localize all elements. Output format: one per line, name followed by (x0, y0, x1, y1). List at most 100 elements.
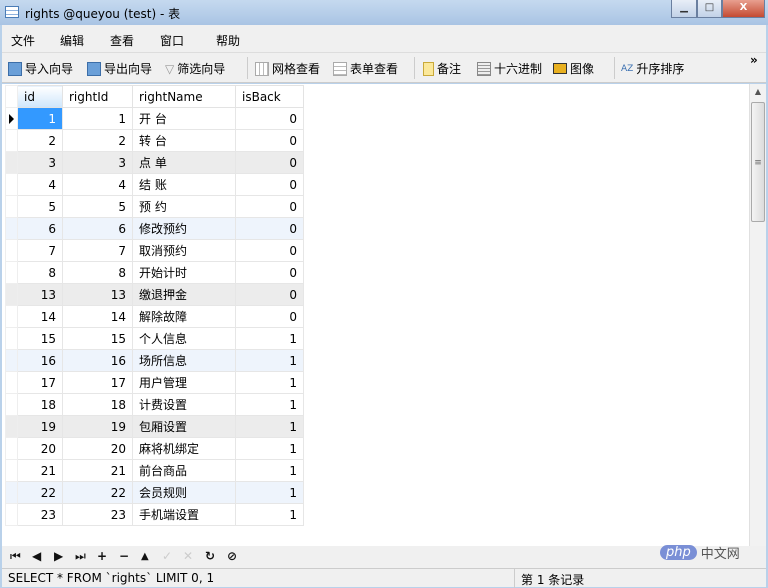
cell-rightname[interactable]: 手机端设置 (132, 503, 236, 526)
table-row[interactable]: 8 8 开始计时 0 (5, 261, 304, 284)
cell-isback[interactable]: 0 (235, 173, 304, 196)
table-row[interactable]: 55预 约0 (5, 195, 304, 218)
cell-rightname[interactable]: 取消预约 (132, 239, 236, 262)
cell-rightid[interactable]: 23 (62, 503, 133, 526)
row-indicator[interactable] (5, 503, 18, 526)
table-row[interactable]: 21 21 前台商品 1 (5, 459, 304, 482)
table-row[interactable]: 18 18 计费设置 1 (5, 393, 304, 416)
cell-rightname[interactable]: 个人信息 (132, 327, 236, 350)
cell-id[interactable]: 3 (17, 151, 63, 174)
image-button[interactable]: 图像 (553, 60, 594, 77)
table-row[interactable]: 6 6 修改预约 0 (5, 217, 304, 240)
row-indicator[interactable] (5, 327, 18, 350)
column-header-rightid[interactable]: rightId (62, 85, 133, 108)
cell-isback[interactable]: 0 (235, 195, 304, 218)
cell-isback[interactable]: 0 (235, 107, 304, 130)
cell-isback[interactable]: 0 (235, 239, 304, 262)
row-indicator[interactable] (5, 415, 18, 438)
cell-rightname[interactable]: 转 台 (132, 129, 236, 152)
column-header-id[interactable]: id (17, 85, 63, 108)
cell-id[interactable]: 23 (17, 503, 63, 526)
maximize-button[interactable]: □ (697, 0, 722, 18)
prev-record-icon[interactable]: ◀ (32, 549, 41, 563)
cell-isback[interactable]: 0 (235, 129, 304, 152)
cell-rightid[interactable]: 1 (62, 107, 133, 130)
cell-rightname[interactable]: 结 账 (132, 173, 236, 196)
cell-isback[interactable]: 1 (235, 437, 304, 460)
table-row[interactable]: 44结 账0 (5, 173, 304, 196)
cell-id[interactable]: 18 (17, 393, 63, 416)
cell-isback[interactable]: 0 (235, 151, 304, 174)
cell-id[interactable]: 19 (17, 415, 63, 438)
menu-file[interactable]: 文件 (11, 32, 35, 49)
cell-rightid[interactable]: 16 (62, 349, 133, 372)
cell-id[interactable]: 16 (17, 349, 63, 372)
first-record-icon[interactable]: ⏮ (10, 549, 21, 564)
cell-rightid[interactable]: 3 (62, 151, 133, 174)
form-view-button[interactable]: 表单查看 (333, 60, 398, 77)
vertical-scrollbar[interactable]: ▲ ≡ (749, 84, 766, 546)
scrollbar-thumb[interactable]: ≡ (751, 102, 765, 222)
cell-id[interactable]: 15 (17, 327, 63, 350)
table-row[interactable]: 23 23 手机端设置 1 (5, 503, 304, 526)
cell-rightname[interactable]: 修改预约 (132, 217, 236, 240)
cell-rightid[interactable]: 22 (62, 481, 133, 504)
apply-changes-icon[interactable]: ✓ (162, 549, 172, 563)
menu-window[interactable]: 窗口 (160, 32, 184, 49)
cell-isback[interactable]: 0 (235, 283, 304, 306)
cell-rightid[interactable]: 8 (62, 261, 133, 284)
cell-id[interactable]: 6 (17, 217, 63, 240)
hex-button[interactable]: 十六进制 (477, 60, 542, 77)
cell-rightid[interactable]: 17 (62, 371, 133, 394)
sort-ascending-button[interactable]: AZ 升序排序 (621, 60, 684, 77)
menu-view[interactable]: 查看 (110, 32, 134, 49)
row-indicator[interactable] (5, 129, 18, 152)
menu-help[interactable]: 帮助 (216, 32, 240, 49)
row-indicator[interactable] (5, 437, 18, 460)
cell-rightname[interactable]: 缴退押金 (132, 283, 236, 306)
cell-isback[interactable]: 1 (235, 393, 304, 416)
row-indicator[interactable] (5, 173, 18, 196)
cell-id[interactable]: 5 (17, 195, 63, 218)
table-row[interactable]: 7 7 取消预约 0 (5, 239, 304, 262)
menu-edit[interactable]: 编辑 (60, 32, 84, 49)
row-indicator[interactable] (5, 305, 18, 328)
cell-rightid[interactable]: 2 (62, 129, 133, 152)
cell-isback[interactable]: 1 (235, 415, 304, 438)
cell-isback[interactable]: 1 (235, 371, 304, 394)
memo-button[interactable]: 备注 (423, 60, 461, 77)
row-indicator[interactable] (5, 481, 18, 504)
table-row[interactable]: 14 14 解除故障 0 (5, 305, 304, 328)
cell-isback[interactable]: 1 (235, 349, 304, 372)
row-indicator[interactable] (5, 195, 18, 218)
move-up-icon[interactable]: ▲ (141, 551, 149, 562)
cell-rightname[interactable]: 计费设置 (132, 393, 236, 416)
cell-rightid[interactable]: 5 (62, 195, 133, 218)
cell-id[interactable]: 8 (17, 261, 63, 284)
table-row[interactable]: 19 19 包厢设置 1 (5, 415, 304, 438)
refresh-icon[interactable]: ↻ (205, 549, 215, 563)
cell-id[interactable]: 20 (17, 437, 63, 460)
cell-id[interactable]: 21 (17, 459, 63, 482)
cell-id[interactable]: 1 (17, 107, 63, 130)
row-indicator[interactable] (5, 239, 18, 262)
row-indicator[interactable] (5, 371, 18, 394)
cell-rightid[interactable]: 7 (62, 239, 133, 262)
add-record-icon[interactable]: + (97, 549, 107, 563)
cell-rightname[interactable]: 会员规则 (132, 481, 236, 504)
table-row[interactable]: 17 17 用户管理 1 (5, 371, 304, 394)
scroll-up-arrow-icon[interactable]: ▲ (750, 87, 766, 96)
export-wizard-button[interactable]: 导出向导 (87, 60, 152, 77)
row-indicator[interactable] (5, 107, 18, 130)
cell-id[interactable]: 2 (17, 129, 63, 152)
cell-isback[interactable]: 1 (235, 459, 304, 482)
cell-rightname[interactable]: 包厢设置 (132, 415, 236, 438)
cell-isback[interactable]: 1 (235, 327, 304, 350)
last-record-icon[interactable]: ⏭ (75, 549, 86, 564)
table-row[interactable]: 16 16 场所信息 1 (5, 349, 304, 372)
column-header-isback[interactable]: isBack (235, 85, 304, 108)
cell-id[interactable]: 14 (17, 305, 63, 328)
cell-rightid[interactable]: 14 (62, 305, 133, 328)
cell-rightid[interactable]: 13 (62, 283, 133, 306)
row-indicator[interactable] (5, 217, 18, 240)
